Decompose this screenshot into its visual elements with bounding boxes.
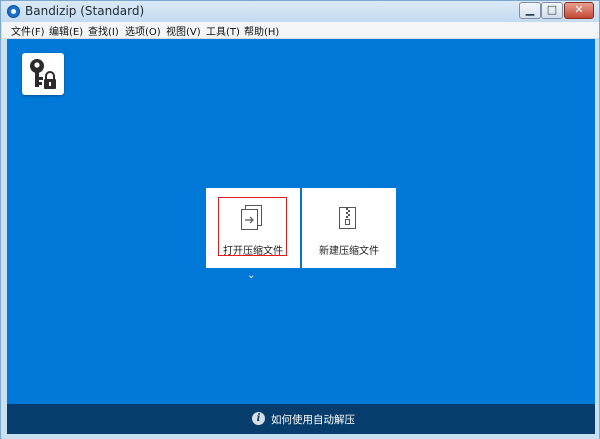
- title-bar[interactable]: Bandizip (Standard) ▁ □ ✕: [1, 1, 599, 22]
- password-manager-button[interactable]: [22, 53, 64, 95]
- info-icon: i: [252, 412, 265, 425]
- new-archive-button[interactable]: 新建压缩文件: [302, 188, 396, 268]
- new-archive-icon: [339, 207, 356, 229]
- menu-edit[interactable]: 编辑(E): [49, 23, 83, 38]
- open-archive-button[interactable]: 打开压缩文件: [206, 188, 300, 268]
- menu-help[interactable]: 帮助(H): [244, 23, 279, 38]
- menu-view[interactable]: 视图(V): [166, 23, 201, 38]
- menu-find[interactable]: 查找(I): [88, 23, 119, 38]
- open-archive-icon: [241, 205, 262, 230]
- menu-bar: 文件(F) 编辑(E) 查找(I) 选项(O) 视图(V) 工具(T) 帮助(H…: [2, 22, 599, 39]
- close-button[interactable]: ✕: [564, 2, 594, 19]
- bandizip-app-icon: [7, 5, 20, 18]
- window-bottom-border: [2, 434, 599, 439]
- auto-extract-help-bar[interactable]: i 如何使用自动解压: [7, 404, 595, 434]
- key-lock-icon: [30, 59, 56, 89]
- open-archive-label: 打开压缩文件: [223, 246, 283, 257]
- window-title: Bandizip (Standard): [25, 4, 145, 18]
- maximize-button[interactable]: □: [541, 2, 563, 19]
- menu-file[interactable]: 文件(F): [11, 23, 45, 38]
- main-panel: 打开压缩文件 新建压缩文件 ⌄: [7, 39, 595, 404]
- new-archive-label: 新建压缩文件: [319, 246, 379, 257]
- chevron-down-icon[interactable]: ⌄: [247, 270, 255, 281]
- menu-tools[interactable]: 工具(T): [206, 23, 240, 38]
- auto-extract-help-link[interactable]: 如何使用自动解压: [271, 412, 355, 427]
- menu-options[interactable]: 选项(O): [125, 23, 161, 38]
- minimize-button[interactable]: ▁: [519, 2, 541, 19]
- app-window: Bandizip (Standard) ▁ □ ✕ 文件(F) 编辑(E) 查找…: [0, 0, 600, 439]
